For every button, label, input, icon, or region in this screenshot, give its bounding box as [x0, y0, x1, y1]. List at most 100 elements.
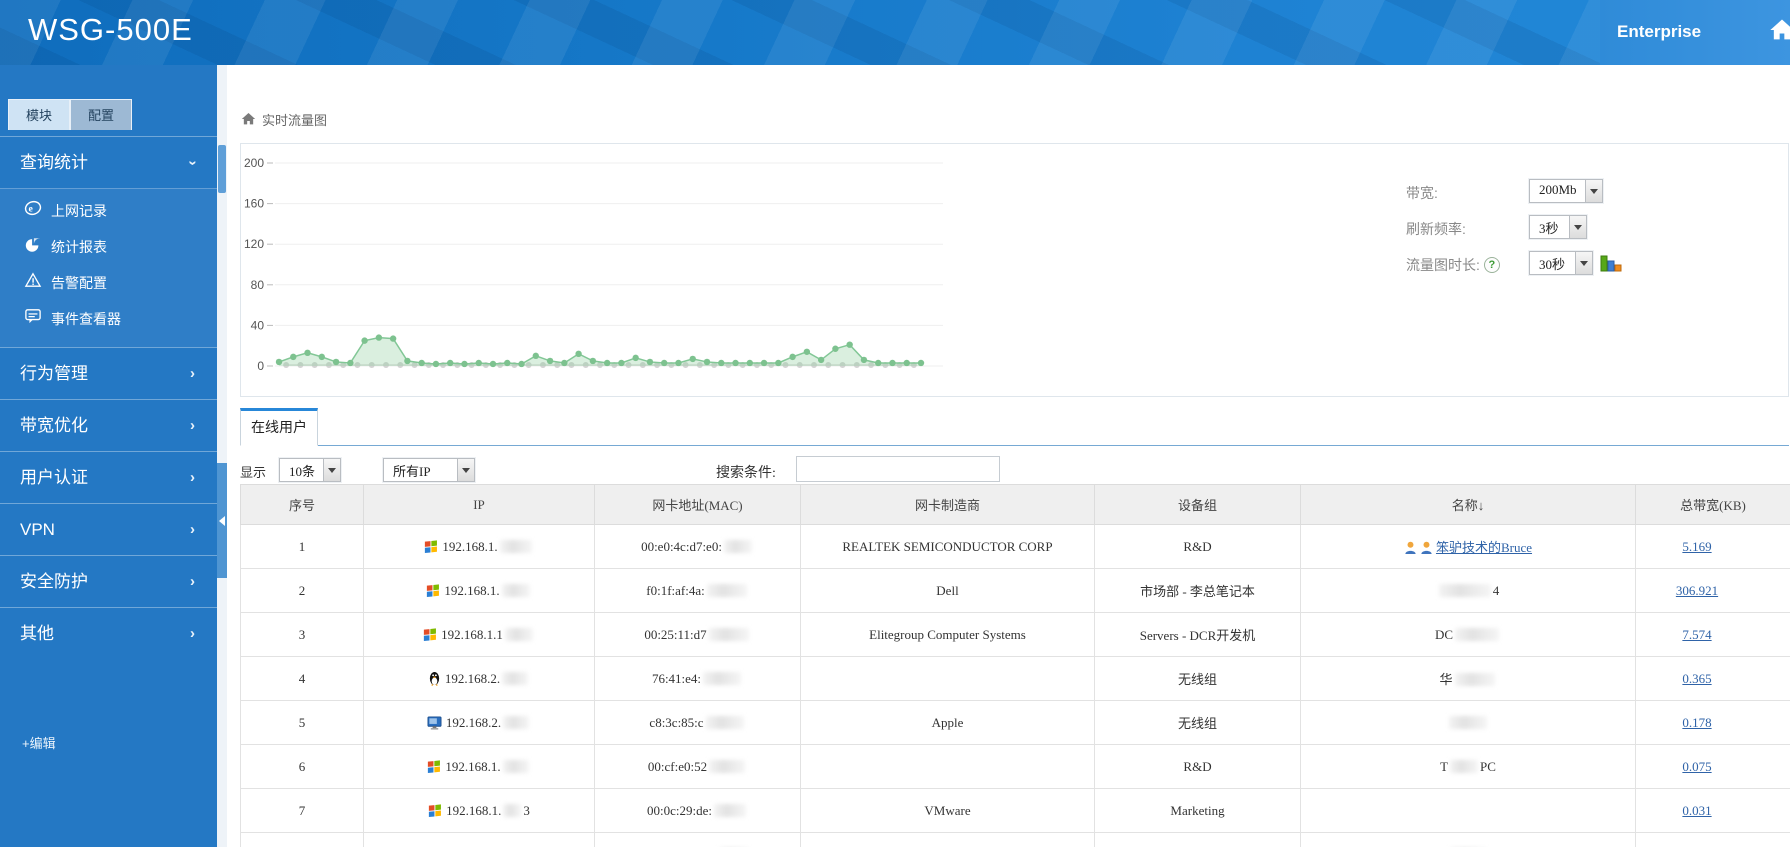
breadcrumb-home-icon[interactable]	[240, 111, 257, 127]
sidebar-item-上网记录[interactable]: e 上网记录	[0, 193, 217, 229]
show-label: 显示	[240, 465, 267, 480]
bandwidth-link[interactable]: 7.574	[1682, 627, 1711, 642]
sidebar-tab-config[interactable]: 配置	[70, 99, 132, 130]
table-row[interactable]: 6 192.168.1. 00:cf:e0:52 R&D T PC 0.075	[240, 744, 1790, 789]
cell-text: 76:41:e4:	[651, 670, 702, 686]
sidebar-submenu: e 上网记录 统计报表 告警配置 事件查看器	[0, 188, 217, 347]
chevron-right-icon: ›	[190, 365, 195, 382]
table-row[interactable]: 7 192.168.1. 3 00:0c:29:de: VMware Marketing 0…	[240, 788, 1790, 833]
tab-online-users[interactable]: 在线用户	[240, 408, 318, 446]
cell-vendor: VMware	[800, 788, 1095, 833]
censored-text	[723, 539, 752, 553]
censored-text	[705, 715, 744, 729]
sidebar-group-3[interactable]: 带宽优化 ›	[0, 399, 217, 451]
sidebar-menu: 查询统计 › e 上网记录 统计报表 告警配置 事件查看器 行为管理 › 带宽优化 › 用户认证 › VP…	[0, 136, 217, 659]
bandwidth-link[interactable]: 5.169	[1682, 539, 1711, 554]
search-label: 搜索条件:	[716, 466, 776, 481]
chevron-right-icon: ›	[190, 573, 195, 590]
table-row[interactable]: 4 192.168.2. 76:41:e4: 无线组 华 0.365	[240, 656, 1790, 701]
linux-os-icon	[428, 671, 445, 686]
sidebar-group-label: 查询统计	[20, 153, 88, 172]
page-size-select[interactable]: 10条	[279, 458, 341, 482]
app-title: WSG-500E	[28, 12, 193, 47]
censored-text	[503, 803, 522, 817]
search-input[interactable]	[796, 456, 1000, 482]
event-icon	[24, 301, 51, 337]
bandwidth-select[interactable]: 200Mb	[1529, 179, 1603, 203]
bandwidth-link[interactable]: 0.365	[1682, 671, 1711, 686]
cell-text: f0:1f:af:4a:	[646, 582, 705, 598]
cell-group: 市场部 - 李总笔记本	[1094, 568, 1301, 613]
sidebar-tab-modules[interactable]: 模块	[8, 99, 70, 130]
report-icon	[24, 229, 51, 265]
column-header-7[interactable]: 总带宽(KB)	[1635, 484, 1790, 525]
sidebar-item-事件查看器[interactable]: 事件查看器	[0, 301, 217, 337]
cell-text: 192.168.2.	[445, 714, 502, 730]
sidebar-item-告警配置[interactable]: 告警配置	[0, 265, 217, 301]
help-icon[interactable]: ?	[1483, 257, 1500, 273]
table-row[interactable]: 2 192.168.1. f0:1f:af:4a: Dell 市场部 - 李总笔记本 4 3…	[240, 568, 1790, 613]
censored-text	[503, 715, 530, 729]
cell-bandwidth: 7.574	[1635, 612, 1790, 657]
column-header-1[interactable]: 序号	[240, 484, 364, 525]
sidebar-group-2[interactable]: 行为管理 ›	[0, 347, 217, 399]
refresh-rate-select[interactable]: 3秒	[1529, 215, 1587, 239]
sidebar-group-label: VPN	[20, 520, 55, 539]
chevron-down-icon	[1569, 216, 1586, 238]
bandwidth-link[interactable]: 0.075	[1682, 759, 1711, 774]
censored-text	[706, 583, 747, 597]
column-header-4[interactable]: 网卡制造商	[800, 484, 1095, 525]
cell-mac: c8:3c:85:c	[594, 700, 801, 745]
home-icon[interactable]	[1768, 16, 1790, 44]
table-row[interactable]: 1 192.168.1. 00:e0:4c:d7:e0: REALTEK SEMICO…	[240, 524, 1790, 569]
cell-index: 6	[240, 744, 364, 789]
table-row[interactable]: 8192.168.1.24000:0c:82:1d:9VMwareMarketi…	[240, 832, 1790, 847]
cell-group: 无线组	[1094, 656, 1301, 701]
bandwidth-link[interactable]: 0.178	[1682, 715, 1711, 730]
windows-os-icon	[427, 759, 445, 774]
cell-text: 192.168.1.	[444, 582, 500, 598]
sidebar-group-label: 带宽优化	[20, 416, 88, 435]
bandwidth-label: 带宽:	[1406, 185, 1438, 201]
sidebar-group-4[interactable]: 用户认证 ›	[0, 451, 217, 503]
cell-ip: 192.168.2.	[363, 656, 595, 701]
column-header-6[interactable]: 名称↓	[1300, 484, 1636, 525]
bandwidth-link[interactable]: 306.921	[1676, 583, 1718, 598]
cell-bandwidth: 0.178	[1635, 700, 1790, 745]
cell-name: 笨驴技术的Bruce	[1300, 524, 1636, 569]
cell-ip: 192.168.1.	[363, 744, 595, 789]
cell-ip: 192.168.2.	[363, 700, 595, 745]
ip-filter-select[interactable]: 所有IP	[383, 458, 475, 482]
bar-chart-icon[interactable]	[1600, 253, 1622, 273]
user-name-link[interactable]: 笨驴技术的Bruce	[1436, 540, 1532, 555]
cell-name: T PC	[1300, 744, 1636, 789]
bandwidth-link[interactable]: 0.031	[1682, 803, 1711, 818]
sidebar-group-1[interactable]: 查询统计 ›	[0, 136, 217, 188]
sidebar-group-5[interactable]: VPN ›	[0, 503, 217, 555]
column-header-5[interactable]: 设备组	[1094, 484, 1301, 525]
sidebar-group-7[interactable]: 其他 ›	[0, 607, 217, 659]
table-row[interactable]: 3 192.168.1.1 00:25:11:d7 Elitegroup Comput…	[240, 612, 1790, 657]
table-row[interactable]: 5 192.168.2. c8:3c:85:c Apple 无线组 0.178	[240, 700, 1790, 745]
svg-text:40: 40	[251, 318, 265, 332]
cell-index: 2	[240, 568, 364, 613]
cell-group: R&D	[1094, 744, 1301, 789]
cell-group: 无线组	[1094, 700, 1301, 745]
sidebar-item-统计报表[interactable]: 统计报表	[0, 229, 217, 265]
duration-select[interactable]: 30秒	[1529, 251, 1593, 275]
cell-index: 1	[240, 524, 364, 569]
column-header-2[interactable]: IP	[363, 484, 595, 525]
sidebar-collapse-handle[interactable]	[217, 463, 227, 578]
cell-text: 00:cf:e0:52	[647, 758, 708, 774]
cell-ip: 192.168.1.	[363, 568, 595, 613]
svg-text:0: 0	[257, 359, 264, 373]
sidebar-group-6[interactable]: 安全防护 ›	[0, 555, 217, 607]
censored-text	[1454, 673, 1495, 686]
scrollbar-thumb[interactable]	[218, 145, 226, 193]
sidebar-edit-link[interactable]: +编辑	[22, 733, 56, 752]
svg-text:80: 80	[251, 278, 265, 292]
windows-os-icon	[426, 583, 444, 598]
tab-strip-divider	[240, 445, 1789, 446]
censored-text	[703, 671, 742, 685]
column-header-3[interactable]: 网卡地址(MAC)	[594, 484, 801, 525]
